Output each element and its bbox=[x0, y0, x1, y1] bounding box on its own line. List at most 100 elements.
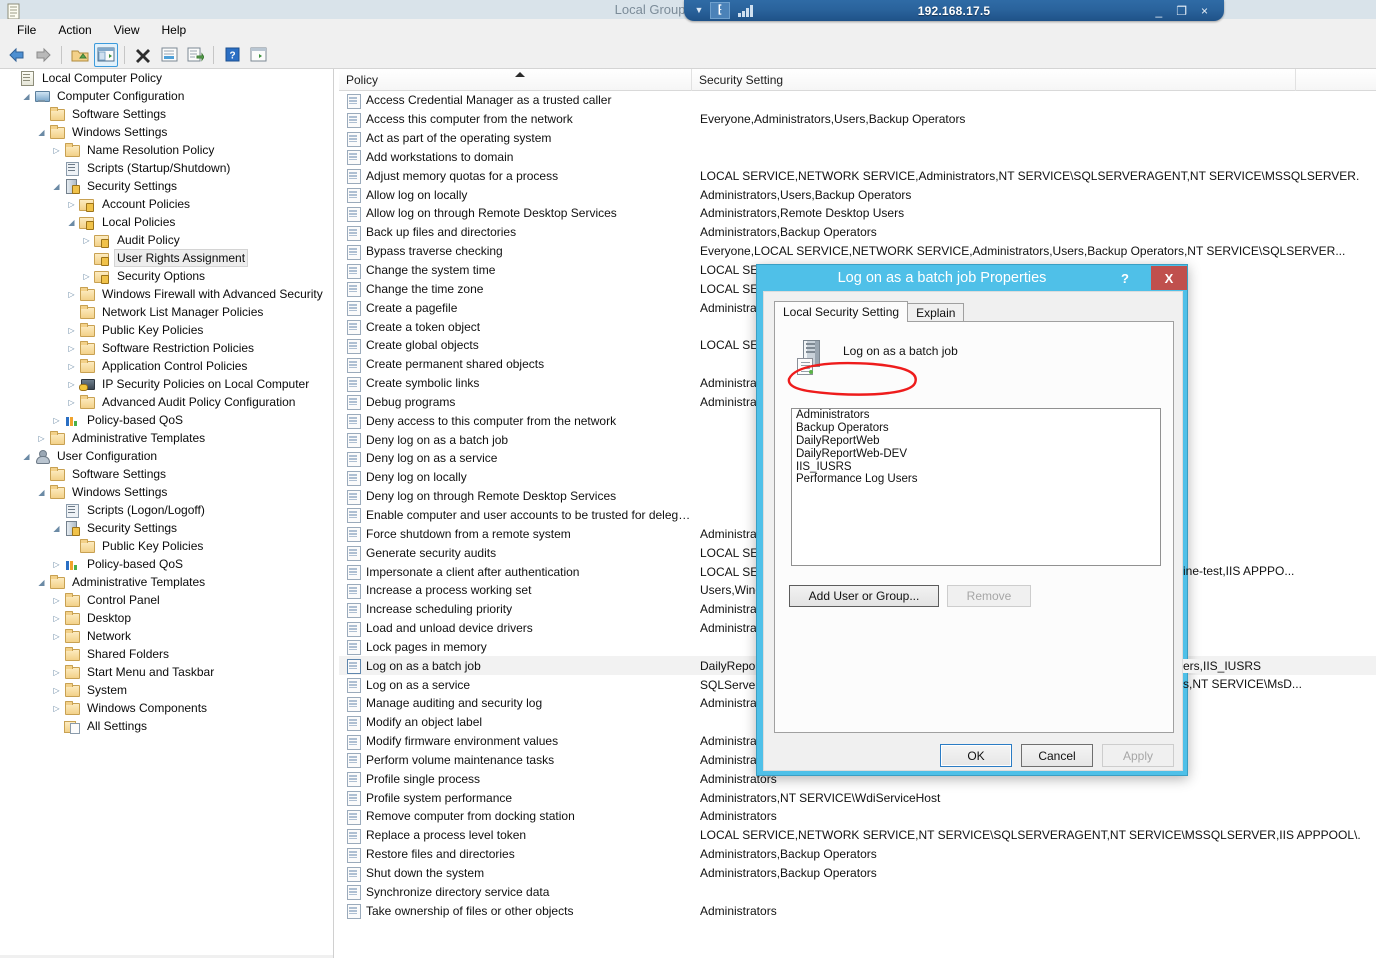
tree-item-windows-components[interactable]: ▷ Windows Components bbox=[0, 699, 333, 717]
properties-icon[interactable] bbox=[157, 43, 181, 67]
tree-item-system[interactable]: ▷ System bbox=[0, 681, 333, 699]
tree-item-start-menu-and-taskbar[interactable]: ▷ Start Menu and Taskbar bbox=[0, 663, 333, 681]
assigned-accounts-listbox[interactable]: Administrators Backup Operators DailyRepor… bbox=[791, 408, 1161, 566]
tree-item-audit-policy[interactable]: ▷ Audit Policy bbox=[0, 231, 333, 249]
table-row[interactable]: Remove computer from docking station Admi… bbox=[339, 807, 1376, 826]
expander-closed-icon[interactable]: ▷ bbox=[66, 325, 77, 336]
expander-open-icon[interactable]: ◢ bbox=[51, 523, 62, 534]
column-header-policy[interactable]: Policy bbox=[339, 69, 692, 91]
table-row[interactable]: Back up files and directories Administrat… bbox=[339, 223, 1376, 242]
log-on-as-batch-job-properties-dialog[interactable]: Log on as a batch job Properties ? X Loc… bbox=[756, 264, 1188, 776]
expander-closed-icon[interactable]: ▷ bbox=[66, 343, 77, 354]
expander-closed-icon[interactable]: ▷ bbox=[51, 631, 62, 642]
expander-closed-icon[interactable]: ▷ bbox=[66, 397, 77, 408]
expander-open-icon[interactable]: ◢ bbox=[36, 127, 47, 138]
dialog-close-button[interactable]: X bbox=[1151, 266, 1187, 290]
rdp-connection-bar[interactable]: ▼ ⁅ 192.168.17.5 _ ❐ × bbox=[684, 0, 1224, 21]
expander-closed-icon[interactable]: ▷ bbox=[36, 433, 47, 444]
table-row[interactable]: Act as part of the operating system bbox=[339, 129, 1376, 148]
tree-item-user-configuration[interactable]: ◢ User Configuration bbox=[0, 447, 333, 465]
expander-closed-icon[interactable]: ▷ bbox=[81, 235, 92, 246]
table-row[interactable]: Add workstations to domain bbox=[339, 148, 1376, 167]
tree-item-ip-security-policies-on-local-computer[interactable]: ▷ IP Security Policies on Local Computer bbox=[0, 375, 333, 393]
tree-item-windows-firewall-with-advanced-security[interactable]: ▷ Windows Firewall with Advanced Security bbox=[0, 285, 333, 303]
tree-item-scripts-startup-shutdown[interactable]: Scripts (Startup/Shutdown) bbox=[0, 159, 333, 177]
tree-item-account-policies[interactable]: ▷ Account Policies bbox=[0, 195, 333, 213]
tree-item-all-settings[interactable]: All Settings bbox=[0, 717, 333, 735]
table-row[interactable]: Access this computer from the network Eve… bbox=[339, 110, 1376, 129]
cancel-button[interactable]: Cancel bbox=[1021, 744, 1093, 767]
expander-closed-icon[interactable]: ▷ bbox=[51, 145, 62, 156]
list-item[interactable]: Backup Operators bbox=[792, 422, 1160, 435]
table-row[interactable]: Allow log on through Remote Desktop Serv… bbox=[339, 204, 1376, 223]
expander-closed-icon[interactable]: ▷ bbox=[51, 685, 62, 696]
expander-closed-icon[interactable]: ▷ bbox=[66, 379, 77, 390]
tree-item-local-computer-policy[interactable]: Local Computer Policy bbox=[0, 69, 333, 87]
tree-item-security-options[interactable]: ▷ Security Options bbox=[0, 267, 333, 285]
tree-item-administrative-templates[interactable]: ◢ Administrative Templates bbox=[0, 573, 333, 591]
expander-closed-icon[interactable]: ▷ bbox=[51, 613, 62, 624]
tree-item-software-settings[interactable]: Software Settings bbox=[0, 105, 333, 123]
tree-item-software-settings[interactable]: Software Settings bbox=[0, 465, 333, 483]
expander-closed-icon[interactable]: ▷ bbox=[51, 595, 62, 606]
expander-closed-icon[interactable]: ▷ bbox=[51, 703, 62, 714]
list-item[interactable]: Performance Log Users bbox=[792, 473, 1160, 486]
tree-item-application-control-policies[interactable]: ▷ Application Control Policies bbox=[0, 357, 333, 375]
expander-open-icon[interactable]: ◢ bbox=[21, 451, 32, 462]
tree-item-local-policies[interactable]: ◢ Local Policies bbox=[0, 213, 333, 231]
chevron-down-icon[interactable]: ▼ bbox=[692, 6, 706, 15]
table-row[interactable]: Take ownership of files or other objects… bbox=[339, 901, 1376, 920]
table-row[interactable]: Profile system performance Administrators… bbox=[339, 788, 1376, 807]
expander-open-icon[interactable]: ◢ bbox=[51, 181, 62, 192]
up-folder-icon[interactable] bbox=[68, 43, 92, 67]
console-tree[interactable]: Local Computer Policy ◢ Computer Configura… bbox=[0, 69, 334, 958]
tree-item-control-panel[interactable]: ▷ Control Panel bbox=[0, 591, 333, 609]
help-icon[interactable]: ? bbox=[220, 43, 244, 67]
pin-icon[interactable]: ⁅ bbox=[710, 2, 730, 19]
tree-item-advanced-audit-policy-configuration[interactable]: ▷ Advanced Audit Policy Configuration bbox=[0, 393, 333, 411]
rdp-close-button[interactable]: × bbox=[1201, 5, 1208, 17]
tree-item-desktop[interactable]: ▷ Desktop bbox=[0, 609, 333, 627]
forward-icon[interactable] bbox=[31, 43, 55, 67]
expander-closed-icon[interactable]: ▷ bbox=[51, 559, 62, 570]
list-item[interactable]: Administrators bbox=[792, 409, 1160, 422]
table-row[interactable]: Access Credential Manager as a trusted c… bbox=[339, 91, 1376, 110]
menu-item-action[interactable]: Action bbox=[47, 21, 102, 39]
expander-closed-icon[interactable]: ▷ bbox=[51, 415, 62, 426]
tree-item-shared-folders[interactable]: Shared Folders bbox=[0, 645, 333, 663]
dialog-help-button[interactable]: ? bbox=[1107, 266, 1143, 290]
ok-button[interactable]: OK bbox=[940, 744, 1012, 767]
table-row[interactable]: Adjust memory quotas for a process LOCAL … bbox=[339, 166, 1376, 185]
back-icon[interactable] bbox=[5, 43, 29, 67]
table-row[interactable]: Shut down the system Administrators,Backu… bbox=[339, 864, 1376, 883]
tree-item-policy-based-qos[interactable]: ▷ Policy-based QoS bbox=[0, 555, 333, 573]
list-item[interactable]: DailyReportWeb bbox=[792, 435, 1160, 448]
table-row[interactable]: Bypass traverse checking Everyone,LOCAL S… bbox=[339, 242, 1376, 261]
table-row[interactable]: Allow log on locally Administrators,Users… bbox=[339, 185, 1376, 204]
expander-closed-icon[interactable]: ▷ bbox=[66, 199, 77, 210]
tree-item-security-settings[interactable]: ◢ Security Settings bbox=[0, 519, 333, 537]
expander-open-icon[interactable]: ◢ bbox=[21, 91, 32, 102]
menu-item-help[interactable]: Help bbox=[151, 21, 198, 39]
table-row[interactable]: Synchronize directory service data bbox=[339, 882, 1376, 901]
table-row[interactable]: Replace a process level token LOCAL SERVI… bbox=[339, 826, 1376, 845]
rdp-minimize-button[interactable]: _ bbox=[1156, 5, 1163, 17]
column-header-security-setting[interactable]: Security Setting bbox=[692, 69, 1296, 91]
menu-item-view[interactable]: View bbox=[103, 21, 151, 39]
tree-item-network[interactable]: ▷ Network bbox=[0, 627, 333, 645]
show-hide-console-tree-icon[interactable] bbox=[94, 42, 118, 67]
tab-local-security-setting[interactable]: Local Security Setting bbox=[774, 301, 909, 322]
tree-item-user-rights-assignment[interactable]: User Rights Assignment bbox=[0, 249, 333, 267]
list-item[interactable]: DailyReportWeb-DEV bbox=[792, 448, 1160, 461]
add-user-or-group-button[interactable]: Add User or Group... bbox=[789, 585, 939, 607]
export-list-icon[interactable] bbox=[183, 43, 207, 67]
tree-item-policy-based-qos[interactable]: ▷ Policy-based QoS bbox=[0, 411, 333, 429]
menu-item-file[interactable]: File bbox=[6, 21, 47, 39]
tree-item-windows-settings[interactable]: ◢ Windows Settings bbox=[0, 123, 333, 141]
expander-closed-icon[interactable]: ▷ bbox=[66, 361, 77, 372]
expander-open-icon[interactable]: ◢ bbox=[36, 487, 47, 498]
tree-item-administrative-templates[interactable]: ▷ Administrative Templates bbox=[0, 429, 333, 447]
expander-open-icon[interactable]: ◢ bbox=[36, 577, 47, 588]
tree-item-security-settings[interactable]: ◢ Security Settings bbox=[0, 177, 333, 195]
delete-icon[interactable] bbox=[131, 43, 155, 67]
